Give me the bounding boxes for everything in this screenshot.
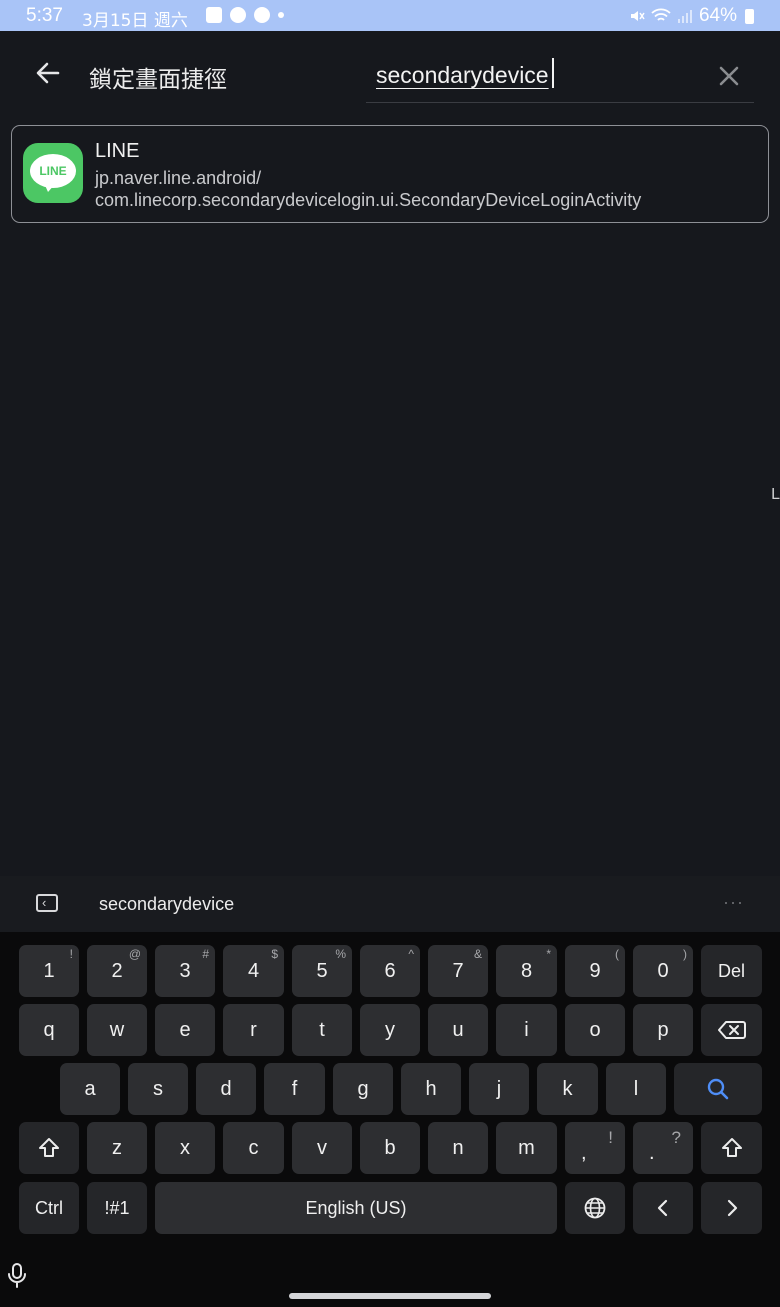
shift-key-left[interactable] xyxy=(19,1122,79,1174)
key-x[interactable]: x xyxy=(155,1122,215,1174)
sync-notification-icon xyxy=(254,7,270,23)
key-m[interactable]: m xyxy=(496,1122,557,1174)
app-bar: 鎖定畫面捷徑 xyxy=(0,31,780,121)
line-app-icon: LINE xyxy=(23,143,83,203)
activity-name: com.linecorp.secondarydevicelogin.ui.Sec… xyxy=(95,190,642,210)
key-o[interactable]: o xyxy=(565,1004,625,1056)
key-k[interactable]: k xyxy=(537,1063,598,1115)
key-4[interactable]: 4 $ xyxy=(223,945,284,997)
keyboard: 1! 2 @ 3 # 4 $ 5% 6 ^ 7 & 8 * 9( 0) Del q w e … xyxy=(0,932,780,1307)
page-title: 鎖定畫面捷徑 xyxy=(89,67,227,93)
key-8[interactable]: 8 * xyxy=(496,945,557,997)
cursor-right-key[interactable] xyxy=(701,1182,762,1234)
clear-search-icon[interactable] xyxy=(712,59,746,93)
key-9[interactable]: 9( xyxy=(565,945,625,997)
key-l[interactable]: l xyxy=(606,1063,666,1115)
language-key[interactable] xyxy=(565,1182,625,1234)
key-i[interactable]: i xyxy=(496,1004,557,1056)
search-field[interactable] xyxy=(366,51,754,103)
search-input[interactable] xyxy=(376,56,706,94)
more-notifications-dot-icon xyxy=(278,12,284,18)
notification-icons xyxy=(206,7,284,23)
key-v[interactable]: v xyxy=(292,1122,352,1174)
key-c[interactable]: c xyxy=(223,1122,284,1174)
backspace-key[interactable] xyxy=(701,1004,762,1056)
chevron-right-icon xyxy=(727,1199,737,1217)
signal-icon xyxy=(677,10,692,23)
key-h[interactable]: h xyxy=(401,1063,461,1115)
key-3[interactable]: 3 # xyxy=(155,945,215,997)
globe-icon xyxy=(584,1197,606,1219)
key-5[interactable]: 5% xyxy=(292,945,352,997)
key-g[interactable]: g xyxy=(333,1063,393,1115)
key-z[interactable]: z xyxy=(87,1122,147,1174)
key-w[interactable]: w xyxy=(87,1004,147,1056)
microphone-icon[interactable] xyxy=(6,1262,28,1290)
symbols-key[interactable]: !#1 xyxy=(87,1182,147,1234)
back-arrow-icon[interactable] xyxy=(30,55,66,91)
chevron-left-icon xyxy=(657,1199,668,1217)
suggestion-word[interactable]: secondarydevice xyxy=(99,894,234,915)
shift-icon xyxy=(39,1138,59,1157)
key-u[interactable]: u xyxy=(428,1004,488,1056)
line-logo-text: LINE xyxy=(39,164,67,178)
key-comma[interactable]: ,! xyxy=(565,1122,625,1174)
key-e[interactable]: e xyxy=(155,1004,215,1056)
shift-icon xyxy=(721,1138,742,1157)
text-caret xyxy=(552,58,554,88)
delete-key[interactable]: Del xyxy=(701,945,762,997)
key-t[interactable]: t xyxy=(292,1004,352,1056)
key-0[interactable]: 0) xyxy=(633,945,693,997)
key-period[interactable]: .? xyxy=(633,1122,693,1174)
key-d[interactable]: d xyxy=(196,1063,256,1115)
key-a[interactable]: a xyxy=(60,1063,120,1115)
key-p[interactable]: p xyxy=(633,1004,693,1056)
key-q[interactable]: q xyxy=(19,1004,79,1056)
shift-key-right[interactable] xyxy=(701,1122,762,1174)
app-name: LINE xyxy=(95,140,140,162)
key-s[interactable]: s xyxy=(128,1063,188,1115)
shortcut-result-item[interactable]: LINE LINE jp.naver.line.android/ com.lin… xyxy=(11,125,769,223)
home-gesture-bar[interactable] xyxy=(289,1293,491,1299)
status-bar: 5:37 3月15日 週六 64% xyxy=(0,0,780,31)
keyboard-suggestion-strip: ‹ secondarydevice ··· xyxy=(0,876,780,932)
search-icon xyxy=(707,1078,729,1100)
battery-percent: 64% xyxy=(698,5,737,26)
wifi-icon xyxy=(651,8,671,21)
key-j[interactable]: j xyxy=(469,1063,529,1115)
space-key[interactable]: English (US) xyxy=(155,1182,557,1234)
search-key[interactable] xyxy=(674,1063,762,1115)
key-n[interactable]: n xyxy=(428,1122,488,1174)
status-date: 3月15日 週六 xyxy=(82,11,188,31)
battery-icon xyxy=(745,8,754,24)
key-b[interactable]: b xyxy=(360,1122,420,1174)
gallery-notification-icon xyxy=(206,7,222,23)
edge-index-letter: L xyxy=(771,486,780,503)
backspace-icon xyxy=(717,1021,746,1039)
package-name: jp.naver.line.android/ xyxy=(95,168,262,188)
mute-icon xyxy=(630,11,645,21)
ctrl-key[interactable]: Ctrl xyxy=(19,1182,79,1234)
key-r[interactable]: r xyxy=(223,1004,284,1056)
key-f[interactable]: f xyxy=(264,1063,325,1115)
key-y[interactable]: y xyxy=(360,1004,420,1056)
keyboard-collapse-icon[interactable]: ‹ xyxy=(36,894,58,912)
cursor-left-key[interactable] xyxy=(633,1182,693,1234)
app-notification-icon xyxy=(230,7,246,23)
key-1[interactable]: 1! xyxy=(19,945,79,997)
status-time: 5:37 xyxy=(26,5,63,26)
more-options-icon[interactable]: ··· xyxy=(723,892,744,913)
key-7[interactable]: 7 & xyxy=(428,945,488,997)
key-2[interactable]: 2 @ xyxy=(87,945,147,997)
key-6[interactable]: 6 ^ xyxy=(360,945,420,997)
status-right: 64% xyxy=(629,5,754,27)
